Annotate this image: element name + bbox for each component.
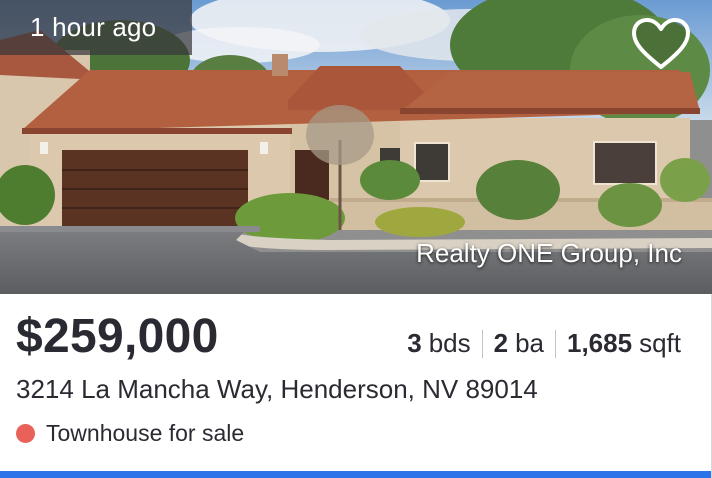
posted-time-badge: 1 hour ago	[0, 0, 192, 55]
baths-unit: ba	[515, 328, 544, 358]
sqft-unit: sqft	[639, 328, 681, 358]
listing-photo[interactable]: 1 hour ago Realty ONE Group, Inc	[0, 0, 712, 294]
card-accent-bar	[0, 471, 711, 478]
fact-divider	[481, 329, 483, 358]
beds-unit: bds	[428, 328, 471, 358]
listing-status: Townhouse for sale	[16, 420, 244, 447]
baths-value: 2	[493, 328, 509, 358]
sqft-value: 1,685	[567, 328, 633, 358]
save-favorite-button[interactable]	[630, 14, 692, 76]
status-dot-icon	[16, 424, 35, 443]
listing-price: $259,000	[16, 310, 219, 363]
listing-address[interactable]: 3214 La Mancha Way, Henderson, NV 89014	[16, 374, 538, 405]
home-facts: 3 bds 2 ba 1,685 sqft	[407, 328, 681, 359]
baths-fact: 2 ba	[494, 328, 544, 359]
status-label: Townhouse for sale	[46, 420, 245, 446]
brokerage-name: Realty ONE Group, Inc	[416, 238, 682, 268]
sqft-fact: 1,685 sqft	[567, 328, 681, 359]
beds-value: 3	[407, 328, 422, 358]
beds-fact: 3 bds	[407, 328, 470, 359]
listing-card[interactable]: 1 hour ago Realty ONE Group, Inc $259,00…	[0, 0, 712, 478]
fact-divider	[555, 329, 556, 358]
listing-info[interactable]: $259,000 3 bds 2 ba 1,685 sqft 3214 La M…	[0, 294, 711, 478]
heart-outline-icon	[632, 18, 690, 69]
